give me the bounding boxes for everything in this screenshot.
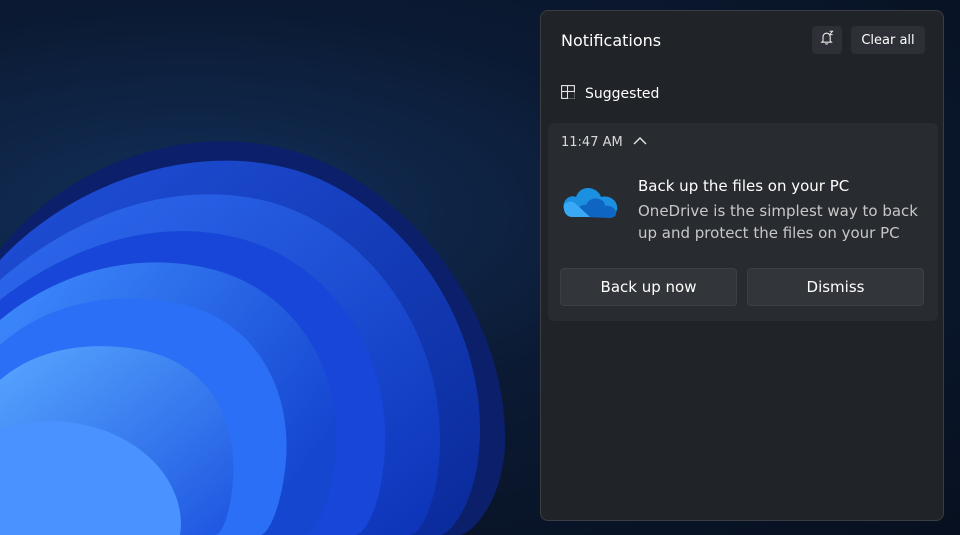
dismiss-button[interactable]: Dismiss <box>747 268 924 306</box>
bell-snooze-icon <box>819 30 835 50</box>
notification-title: Back up the files on your PC <box>638 177 850 195</box>
notification-card[interactable]: 11:47 AM Back up the files on your PC On… <box>548 123 938 321</box>
panel-title: Notifications <box>561 31 662 50</box>
clear-all-button[interactable]: Clear all <box>851 26 925 54</box>
suggested-grid-icon <box>561 85 575 103</box>
notification-center-header: Notifications Clear all <box>541 11 943 71</box>
back-up-now-button[interactable]: Back up now <box>560 268 737 306</box>
chevron-up-icon <box>633 135 647 150</box>
group-label: Suggested <box>585 86 660 102</box>
suggested-group-header: Suggested <box>561 83 659 105</box>
notification-body: OneDrive is the simplest way to back up … <box>638 202 918 242</box>
do-not-disturb-button[interactable] <box>812 26 842 54</box>
onedrive-cloud-icon <box>560 183 620 227</box>
notification-time: 11:47 AM <box>561 135 623 150</box>
notification-timestamp-toggle[interactable]: 11:47 AM <box>561 135 647 150</box>
notification-center-panel: Notifications Clear all Suggested 11:47 … <box>540 10 944 521</box>
